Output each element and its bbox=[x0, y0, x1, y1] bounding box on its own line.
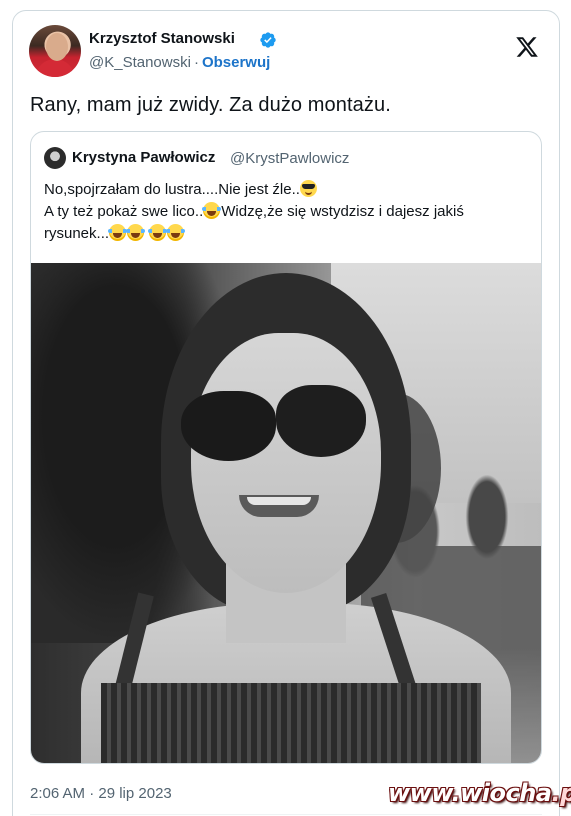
photo-dress bbox=[101, 683, 481, 763]
separator-dot: · bbox=[193, 54, 199, 71]
tears-of-joy-emoji-icon bbox=[202, 202, 222, 219]
tears-of-joy-emoji-icon bbox=[166, 224, 186, 241]
sunglasses-emoji-icon bbox=[299, 180, 317, 197]
watermark-tld: .pl bbox=[551, 779, 571, 807]
avatar-face bbox=[46, 33, 68, 61]
quoted-tweet[interactable]: Krystyna Pawłowicz @KrystPawlowicz No,sp… bbox=[30, 131, 542, 764]
quoted-line-2: A ty też pokaż swe lico.. Widzę,że się ws… bbox=[44, 201, 524, 223]
author-avatar[interactable] bbox=[29, 25, 81, 77]
quoted-line-2a-text: A ty też pokaż swe lico.. bbox=[44, 203, 204, 220]
photo-smile bbox=[239, 495, 319, 517]
quoted-line-1: No,spojrzałam do lustra....Nie jest źle.… bbox=[44, 179, 524, 201]
quoted-author-handle[interactable]: @KrystPawlowicz bbox=[230, 150, 349, 167]
quoted-line-3: rysunek... bbox=[44, 223, 524, 245]
tweet-text: Rany, mam już zwidy. Za dużo montażu. bbox=[30, 94, 391, 116]
follow-button[interactable]: Obserwuj bbox=[202, 54, 270, 71]
quoted-tweet-text: No,spojrzałam do lustra....Nie jest źle.… bbox=[44, 179, 524, 245]
quoted-line-3-text: rysunek... bbox=[44, 225, 110, 242]
x-logo-icon[interactable] bbox=[515, 35, 539, 59]
author-name[interactable]: Krzysztof Stanowski bbox=[89, 30, 235, 47]
watermark-main: www.wiocha bbox=[388, 779, 552, 807]
tears-of-joy-emoji-icon bbox=[148, 224, 168, 241]
photo-face bbox=[191, 333, 381, 593]
tears-of-joy-emoji-icon bbox=[108, 224, 128, 241]
tweet-card: Krzysztof Stanowski @K_Stanowski · Obserwu… bbox=[12, 10, 560, 816]
photo-sunglasses-left bbox=[181, 391, 276, 461]
handle-row: @K_Stanowski · Obserwuj bbox=[89, 54, 270, 71]
verified-badge-icon bbox=[260, 32, 276, 48]
tweet-timestamp[interactable]: 2:06 AM · 29 lip 2023 bbox=[30, 785, 172, 802]
quoted-line-1-text: No,spojrzałam do lustra....Nie jest źle.… bbox=[44, 181, 300, 198]
photo-sunglasses-right bbox=[276, 385, 366, 457]
quoted-line-2b-text: Widzę,że się wstydzisz i dajesz jakiś bbox=[221, 203, 464, 220]
author-handle[interactable]: @K_Stanowski bbox=[89, 54, 191, 71]
divider bbox=[30, 814, 542, 815]
quoted-photo[interactable] bbox=[31, 263, 541, 763]
tears-of-joy-emoji-icon bbox=[126, 224, 146, 241]
quoted-author-name[interactable]: Krystyna Pawłowicz bbox=[72, 149, 215, 166]
avatar-shirt bbox=[35, 59, 75, 77]
site-watermark: www.wiocha.pl bbox=[388, 779, 571, 807]
quoted-author-avatar[interactable] bbox=[44, 147, 66, 169]
